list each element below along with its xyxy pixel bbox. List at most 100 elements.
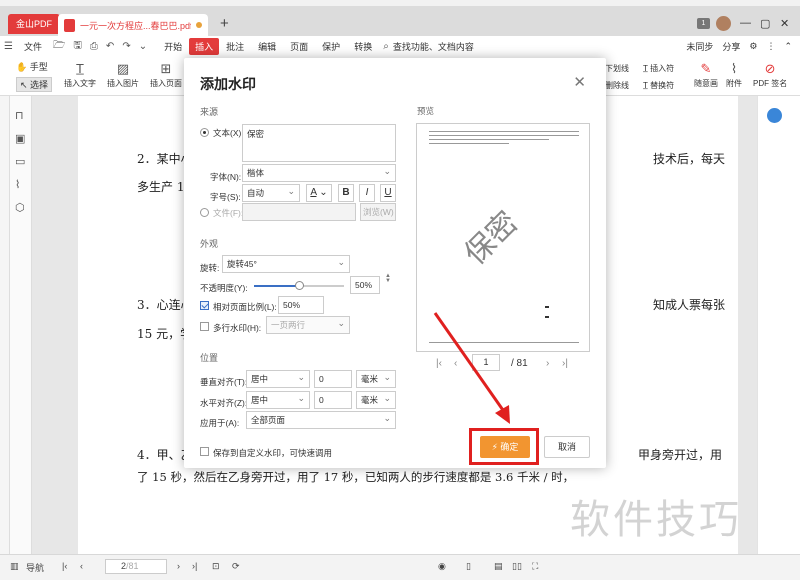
close-window-button[interactable]: ✕: [780, 17, 789, 30]
underline-button[interactable]: U: [380, 184, 396, 202]
rotate-icon[interactable]: ⟳: [232, 561, 240, 572]
preview-prev-icon[interactable]: ‹: [454, 358, 457, 369]
nav-label[interactable]: 导航: [26, 561, 44, 574]
file-path-input[interactable]: [242, 203, 356, 221]
apply-to-select[interactable]: 全部页面: [246, 410, 396, 429]
assistant-float-button[interactable]: [767, 108, 782, 123]
browse-button[interactable]: 浏览(W): [360, 203, 396, 221]
thumbnail-icon[interactable]: ▣: [15, 133, 27, 145]
avatar[interactable]: [716, 16, 731, 31]
more-icon[interactable]: ⋮: [766, 41, 775, 52]
opacity-stepper-icon[interactable]: ▲ ▼: [385, 273, 391, 284]
tab-page[interactable]: 页面: [283, 40, 315, 53]
eye-protect-icon[interactable]: ◉: [438, 561, 446, 572]
attachment-panel-icon[interactable]: ⌇: [15, 179, 27, 191]
insert-text-button[interactable]: T̲ 插入文字: [64, 60, 96, 89]
scale-checkbox[interactable]: [200, 301, 209, 310]
fit-page-icon[interactable]: ⊡: [212, 561, 220, 572]
pdf-sign-button[interactable]: ⊘ PDF 签名: [753, 60, 787, 89]
dropdown-icon[interactable]: ⌄: [135, 41, 151, 52]
underline-button[interactable]: 下划线: [605, 63, 629, 74]
font-color-button[interactable]: A ⌄: [306, 184, 332, 202]
preview-page-input[interactable]: 1: [472, 354, 500, 371]
redo-icon[interactable]: ↷: [118, 41, 134, 52]
tab-convert[interactable]: 转换: [347, 40, 379, 53]
italic-button[interactable]: I: [359, 184, 375, 202]
restore-button[interactable]: ▢: [760, 17, 770, 30]
bookmark-icon[interactable]: ⊓: [15, 110, 27, 122]
settings-icon[interactable]: ⚙: [749, 41, 757, 52]
continuous-icon[interactable]: ▤: [494, 561, 503, 572]
document-tab[interactable]: 一元一次方程应...春巴巴.pdf: [58, 14, 208, 36]
replace-symbol-button[interactable]: T̲ 替换符: [643, 80, 674, 91]
share-button[interactable]: 分享: [722, 40, 740, 53]
dialog-close-icon[interactable]: ✕: [573, 73, 586, 91]
opacity-input[interactable]: 50%: [350, 276, 380, 294]
fullscreen-icon[interactable]: ⛶: [532, 561, 538, 572]
app-tab[interactable]: 金山PDF: [8, 14, 61, 34]
undo-icon[interactable]: ↶: [102, 41, 118, 52]
insert-symbol-button[interactable]: T̲ 插入符: [643, 63, 674, 74]
rotate-select[interactable]: 旋转45°: [222, 254, 350, 273]
halign-unit-select[interactable]: 毫米: [356, 390, 396, 409]
text-source-radio[interactable]: [200, 128, 209, 137]
valign-unit-select[interactable]: 毫米: [356, 369, 396, 388]
single-page-icon[interactable]: ▯: [466, 561, 471, 572]
opacity-slider-handle[interactable]: [295, 281, 304, 290]
freehand-button[interactable]: ✎ 随意画: [694, 60, 718, 89]
open-icon[interactable]: 🗁: [49, 38, 69, 55]
tab-start[interactable]: 开始: [157, 40, 189, 53]
select-tool[interactable]: ↖ 选择: [16, 77, 53, 92]
comment-icon[interactable]: ▭: [15, 156, 27, 168]
multi-line-checkbox[interactable]: [200, 322, 209, 331]
insert-page-button[interactable]: ⊞ 插入页面: [150, 60, 182, 89]
paperclip-icon: ⌇: [730, 61, 738, 76]
source-section-label: 来源: [200, 107, 219, 117]
two-page-icon[interactable]: ▯▯: [512, 561, 522, 572]
watermark-text-input[interactable]: 保密: [242, 124, 396, 162]
cancel-button[interactable]: 取消: [544, 436, 590, 458]
multi-line-select[interactable]: 一页两行: [266, 315, 350, 334]
print-icon[interactable]: ⎙: [86, 41, 102, 52]
valign-select[interactable]: 居中: [246, 369, 310, 388]
nav-toggle-icon[interactable]: ▥: [10, 561, 19, 572]
menu-icon[interactable]: ☰: [0, 41, 17, 52]
save-icon[interactable]: 🖫: [69, 38, 86, 55]
halign-offset-input[interactable]: 0: [314, 391, 352, 409]
attachment-label: 附件: [726, 79, 742, 88]
attachment-button[interactable]: ⌇ 附件: [726, 60, 742, 89]
preview-first-icon[interactable]: |‹: [436, 358, 442, 369]
strikethrough-button[interactable]: 删除线: [605, 80, 629, 91]
tab-protect[interactable]: 保护: [315, 40, 347, 53]
file-menu[interactable]: 文件: [17, 40, 49, 53]
window-count-badge: 1: [697, 18, 710, 29]
minimize-button[interactable]: —: [740, 17, 751, 29]
feature-search[interactable]: 查找功能、文档内容: [393, 40, 481, 53]
preview-next-icon[interactable]: ›: [546, 358, 549, 369]
next-page-icon[interactable]: ›: [177, 561, 180, 571]
prev-page-icon[interactable]: ‹: [80, 561, 83, 571]
size-select[interactable]: 自动: [242, 183, 300, 202]
collapse-ribbon-icon[interactable]: ⌃: [784, 41, 792, 52]
insert-image-button[interactable]: ▨ 插入图片: [107, 60, 139, 89]
last-page-icon[interactable]: ›|: [192, 561, 197, 571]
scale-input[interactable]: 50%: [278, 296, 324, 314]
valign-offset-input[interactable]: 0: [314, 370, 352, 388]
new-tab-button[interactable]: +: [220, 15, 229, 32]
ok-button[interactable]: ⚡ 确定: [480, 436, 530, 458]
bold-button[interactable]: B: [338, 184, 354, 202]
tab-insert[interactable]: 插入: [189, 37, 220, 55]
tab-edit[interactable]: 编辑: [251, 40, 283, 53]
signature-panel-icon[interactable]: ⬡: [15, 202, 27, 214]
halign-select[interactable]: 居中: [246, 390, 310, 409]
first-page-icon[interactable]: |‹: [62, 561, 67, 571]
hand-tool[interactable]: ✋ 手型: [16, 60, 48, 73]
save-custom-checkbox[interactable]: [200, 447, 209, 456]
sync-status[interactable]: 未同步: [686, 40, 713, 53]
page-number-input[interactable]: 2/81: [105, 559, 167, 574]
opacity-slider[interactable]: [254, 281, 344, 290]
preview-last-icon[interactable]: ›|: [562, 358, 568, 369]
font-select[interactable]: 楷体: [242, 163, 396, 182]
file-source-radio[interactable]: [200, 208, 209, 217]
tab-annotate[interactable]: 批注: [219, 40, 251, 53]
